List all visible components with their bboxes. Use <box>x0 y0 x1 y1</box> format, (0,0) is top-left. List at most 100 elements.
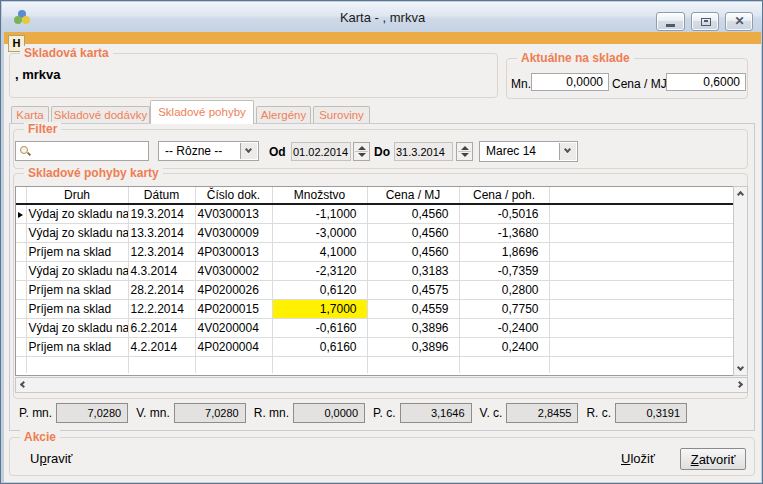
table-row[interactable]: Príjem na sklad4.2.20144P02000040,61600,… <box>16 337 733 356</box>
cell-mnozstvo[interactable]: 0,6160 <box>272 337 367 356</box>
cell-cena_mj[interactable]: 0,4560 <box>367 242 459 261</box>
card-groupbox: Skladová karta <box>9 53 498 98</box>
close-dialog-button[interactable]: Zatvoriť <box>680 448 746 470</box>
horizontal-scrollbar[interactable] <box>15 377 748 393</box>
col-cislo-dok[interactable]: Číslo dok. <box>195 187 272 204</box>
cell-cena_mj[interactable]: 0,4575 <box>367 280 459 299</box>
cell-druh[interactable]: Výdaj zo skladu na <box>26 223 128 242</box>
cell-filler <box>549 242 733 261</box>
cell-druh[interactable]: Príjem na sklad <box>26 299 128 318</box>
cell-cena_poh[interactable]: -0,7359 <box>459 261 549 280</box>
cell-cena_poh[interactable]: 1,8696 <box>459 242 549 261</box>
table-row[interactable]: Výdaj zo skladu na13.3.20144V0300009-3,0… <box>16 223 733 242</box>
cell-mnozstvo[interactable]: -2,3120 <box>272 261 367 280</box>
cell-cena_poh[interactable]: -1,3680 <box>459 223 549 242</box>
cell-cena_mj[interactable]: 0,4560 <box>367 204 459 223</box>
total-pair: R. mn.0,0000 <box>254 403 365 423</box>
cell-datum[interactable]: 13.3.2014 <box>128 223 195 242</box>
close-icon: ✕ <box>726 14 753 28</box>
cell-mnozstvo[interactable]: -3,0000 <box>272 223 367 242</box>
tab-skladove-dodavky[interactable]: Skladové dodávky <box>51 106 150 124</box>
total-field: 7,0280 <box>174 403 246 423</box>
cell-datum[interactable]: 4.2.2014 <box>128 337 195 356</box>
cell-cislo[interactable]: 4V0300013 <box>195 204 272 223</box>
save-button[interactable]: Uložiť <box>621 451 655 466</box>
cell-druh[interactable]: Výdaj zo skladu na <box>26 318 128 337</box>
from-date-field[interactable]: 01.02.2014 <box>291 142 351 161</box>
cell-filler <box>549 337 733 356</box>
cell-druh[interactable]: Výdaj zo skladu na <box>26 204 128 223</box>
table-row[interactable]: Príjem na sklad12.3.20144P03000134,10000… <box>16 242 733 261</box>
close-button[interactable]: ✕ <box>725 12 753 31</box>
total-pair: P. c.3,1646 <box>373 403 471 423</box>
scroll-down-icon[interactable] <box>737 364 744 371</box>
table-row[interactable]: Príjem na sklad28.2.20144P02000260,61200… <box>16 280 733 299</box>
col-druh[interactable]: Druh <box>26 187 128 204</box>
to-date-spinner[interactable] <box>456 142 473 161</box>
chevron-down-icon[interactable] <box>559 143 576 160</box>
cell-mnozstvo[interactable]: 1,7000 <box>272 299 367 318</box>
tab-alergeny[interactable]: Alergény <box>256 106 311 124</box>
minimize-button[interactable] <box>656 12 685 31</box>
cell-cislo[interactable]: 4V0200004 <box>195 318 272 337</box>
cell-datum[interactable]: 28.2.2014 <box>128 280 195 299</box>
cell-cislo[interactable]: 4V0300002 <box>195 261 272 280</box>
table-row[interactable]: Výdaj zo skladu na19.3.20144V0300013-1,1… <box>16 204 733 223</box>
cell-cena_mj[interactable]: 0,4559 <box>367 299 459 318</box>
cell-cena_mj[interactable]: 0,3896 <box>367 318 459 337</box>
cell-mnozstvo[interactable]: -0,6160 <box>272 318 367 337</box>
col-cena-poh[interactable]: Cena / poh. <box>459 187 549 204</box>
scroll-up-icon[interactable] <box>737 191 744 198</box>
table-row[interactable]: Výdaj zo skladu na6.2.20144V0200004-0,61… <box>16 318 733 337</box>
cell-marker <box>16 261 26 280</box>
vertical-scrollbar[interactable] <box>733 186 748 376</box>
cell-cena_mj[interactable]: 0,3896 <box>367 337 459 356</box>
to-date-field[interactable]: 31.3.2014 <box>394 142 453 161</box>
cell-cislo[interactable]: 4P0200026 <box>195 280 272 299</box>
cell-cena_mj[interactable]: 0,3183 <box>367 261 459 280</box>
type-combobox[interactable]: -- Rôzne -- <box>158 141 259 161</box>
cell-druh[interactable]: Výdaj zo skladu na <box>26 261 128 280</box>
cell-druh[interactable]: Príjem na sklad <box>26 242 128 261</box>
cell-cena_poh[interactable]: 0,7750 <box>459 299 549 318</box>
col-mnozstvo[interactable]: Množstvo <box>272 187 367 204</box>
tab-suroviny[interactable]: Suroviny <box>313 106 370 124</box>
table-row[interactable]: Príjem na sklad12.2.20144P02000151,70000… <box>16 299 733 318</box>
cell-cena_poh[interactable]: 0,2400 <box>459 337 549 356</box>
cell-druh[interactable]: Príjem na sklad <box>26 280 128 299</box>
edit-link[interactable]: Upraviť <box>30 451 72 466</box>
cell-cena_mj[interactable]: 0,4560 <box>367 223 459 242</box>
cell-druh[interactable]: Príjem na sklad <box>26 337 128 356</box>
scroll-right-icon[interactable] <box>736 381 743 388</box>
col-datum[interactable]: Dátum <box>128 187 195 204</box>
search-input[interactable] <box>15 141 149 161</box>
total-field: 0,0000 <box>293 403 365 423</box>
cell-cena_poh[interactable]: -0,5016 <box>459 204 549 223</box>
cell-datum[interactable]: 12.2.2014 <box>128 299 195 318</box>
table-header-row: Druh Dátum Číslo dok. Množstvo Cena / MJ… <box>16 187 733 204</box>
maximize-button[interactable] <box>691 12 719 31</box>
cell-cena_poh[interactable]: -0,2400 <box>459 318 549 337</box>
cell-cislo[interactable]: 4V0300009 <box>195 223 272 242</box>
cell-cislo[interactable]: 4P0200015 <box>195 299 272 318</box>
cell-cislo[interactable]: 4P0200004 <box>195 337 272 356</box>
total-field: 3,1646 <box>400 403 472 423</box>
from-date-spinner[interactable] <box>353 142 370 161</box>
chevron-down-icon[interactable] <box>240 143 257 159</box>
tab-skladove-pohyby[interactable]: Skladové pohyby <box>150 100 254 124</box>
cell-cislo[interactable]: 4P0300013 <box>195 242 272 261</box>
col-cena-mj[interactable]: Cena / MJ <box>367 187 459 204</box>
to-label: Do <box>374 145 390 159</box>
cell-datum[interactable]: 19.3.2014 <box>128 204 195 223</box>
cell-datum[interactable]: 6.2.2014 <box>128 318 195 337</box>
cell-cena_poh[interactable]: 0,2800 <box>459 280 549 299</box>
scroll-left-icon[interactable] <box>20 381 27 388</box>
cell-mnozstvo[interactable]: -1,1000 <box>272 204 367 223</box>
period-combobox[interactable]: Marec 14 <box>479 141 578 162</box>
table-row[interactable]: Výdaj zo skladu na4.3.20144V0300002-2,31… <box>16 261 733 280</box>
cell-mnozstvo[interactable]: 0,6120 <box>272 280 367 299</box>
cell-datum[interactable]: 4.3.2014 <box>128 261 195 280</box>
cell-mnozstvo[interactable]: 4,1000 <box>272 242 367 261</box>
cell-datum[interactable]: 12.3.2014 <box>128 242 195 261</box>
title-bar[interactable]: Karta - , mrkva <box>2 2 763 32</box>
